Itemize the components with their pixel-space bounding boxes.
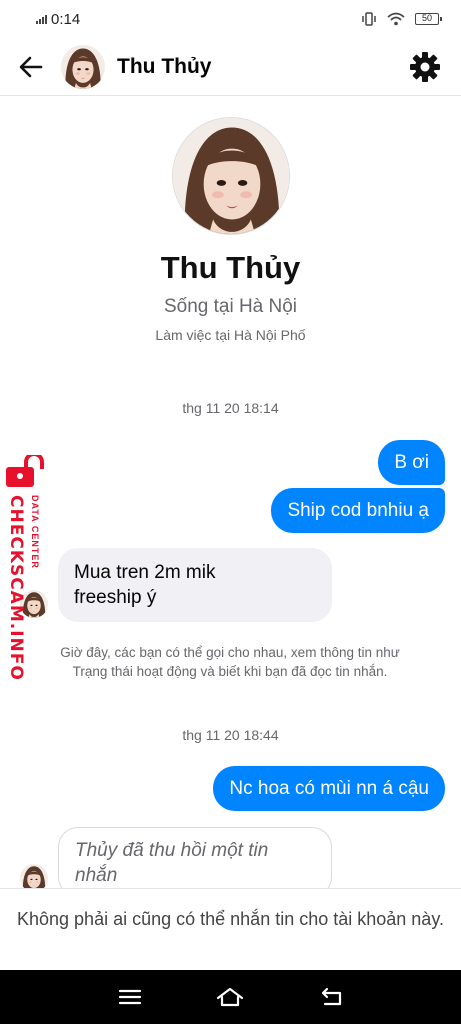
incoming-message[interactable]: Mua tren 2m mik freeship ý <box>58 548 332 622</box>
message-timestamp: thg 11 20 18:14 <box>182 400 279 416</box>
info-note: Giờ đây, các bạn có thể gọi cho nhau, xe… <box>60 645 400 679</box>
back-arrow-icon[interactable] <box>17 53 45 81</box>
outgoing-message[interactable]: Nc hoa có mùi nn á cậu <box>213 766 445 811</box>
lock-icon <box>6 455 44 487</box>
header-contact-name[interactable]: Thu Thủy <box>117 55 211 79</box>
battery-icon: 50 <box>415 13 442 25</box>
menu-icon[interactable] <box>115 985 145 1009</box>
header-avatar[interactable] <box>61 44 105 89</box>
watermark: CHECKSCAM.INFO DATA CENTER <box>2 455 50 681</box>
chat-header: Thu Thủy <box>0 38 461 96</box>
status-left: 0:14 <box>36 11 80 28</box>
vibrate-icon <box>362 12 376 26</box>
recalled-message-line: nhắn <box>75 865 118 886</box>
profile-name: Thu Thủy <box>160 250 301 285</box>
incoming-message-line: Mua tren 2m mik <box>74 562 216 583</box>
wifi-icon <box>387 12 405 26</box>
status-bar: 0:14 50 <box>0 0 461 38</box>
watermark-tagline: DATA CENTER <box>30 495 40 569</box>
system-nav-bar <box>0 970 461 1024</box>
recalled-message-line: Thủy đã thu hồi một tin <box>75 840 269 861</box>
cannot-message-notice: Không phải ai cũng có thể nhắn tin cho t… <box>0 888 461 970</box>
outgoing-message[interactable]: B ơi <box>378 440 445 485</box>
battery-level: 50 <box>421 13 432 23</box>
back-nav-icon[interactable] <box>316 985 346 1009</box>
profile-work: Làm việc tại Hà Nội Phố <box>155 327 306 343</box>
status-right: 50 <box>361 11 442 27</box>
gear-icon[interactable] <box>409 51 441 83</box>
profile-location: Sống tại Hà Nội <box>163 296 298 317</box>
profile-avatar[interactable] <box>172 117 290 235</box>
recalled-message[interactable]: Thủy đã thu hồi một tin nhắn <box>58 827 332 897</box>
status-time: 0:14 <box>51 10 81 28</box>
avatar-image <box>61 44 105 89</box>
home-icon[interactable] <box>215 985 245 1009</box>
signal-icon <box>36 14 47 24</box>
outgoing-message[interactable]: Ship cod bnhiu ạ <box>271 488 445 533</box>
message-timestamp: thg 11 20 18:44 <box>182 727 279 743</box>
watermark-brand: CHECKSCAM.INFO <box>6 495 26 681</box>
profile-avatar-image <box>173 118 289 234</box>
incoming-message-line: freeship ý <box>74 587 157 608</box>
